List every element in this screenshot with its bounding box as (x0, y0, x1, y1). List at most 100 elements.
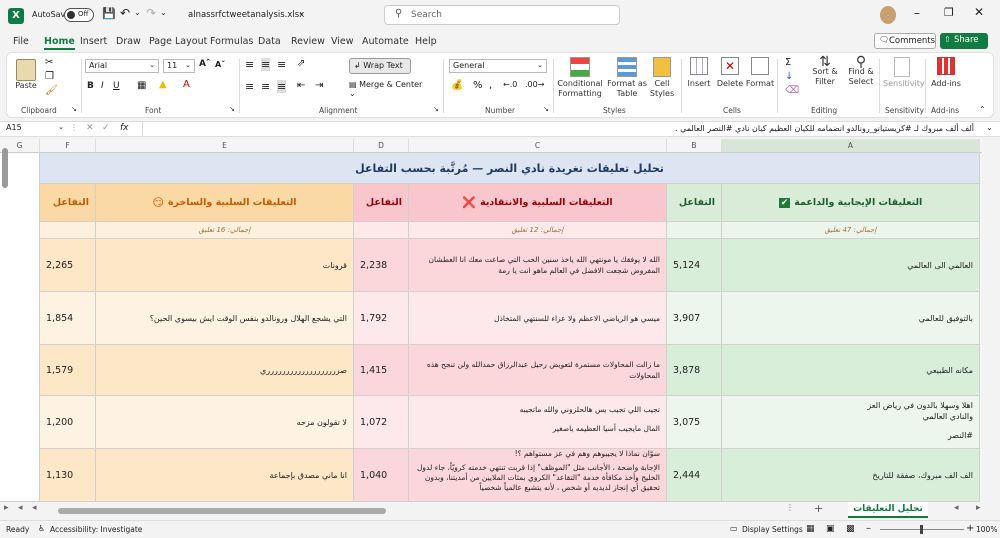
tab-page-layout[interactable]: Page Layout (149, 36, 207, 47)
font-color-icon[interactable]: A (183, 79, 190, 90)
avatar[interactable] (880, 6, 896, 24)
header-sarcastic-interaction[interactable]: التفاعل (40, 184, 96, 222)
select-all-corner[interactable] (980, 139, 982, 153)
header-sarcastic[interactable]: التعليقات السلبية والساخرة 😏 (96, 184, 354, 222)
sarcastic-comment-cell[interactable]: لا تقولون مزحه (96, 396, 354, 449)
row-header-4[interactable]: 4 (980, 239, 982, 292)
restore-icon[interactable]: ❐ (944, 6, 954, 19)
negative-interaction-cell[interactable]: 2,238 (354, 239, 409, 292)
insert-function-button[interactable]: fx (120, 123, 129, 133)
tab-home[interactable]: Home (44, 36, 75, 50)
align-bottom-icon[interactable]: ≡ (277, 58, 286, 71)
page-layout-view-icon[interactable]: ▣ (826, 524, 835, 534)
total-cell[interactable] (354, 222, 409, 239)
copy-icon[interactable]: ❐ (45, 71, 54, 82)
positive-comment-cell[interactable]: الف الف مبروك، صفقة للتاريخ (722, 449, 980, 502)
filename-dropdown-icon[interactable]: ⌄ (298, 8, 305, 17)
sensitivity-button[interactable]: Sensitivity (883, 57, 925, 89)
display-settings-button[interactable]: Display Settings (742, 525, 803, 534)
add-sheet-icon[interactable]: + (814, 502, 823, 515)
sheet-tab-analysis[interactable]: تحليل التعليقات (848, 502, 928, 518)
normal-view-icon[interactable]: ▦ (806, 524, 815, 534)
negative-interaction-cell[interactable]: 1,415 (354, 345, 409, 396)
negative-comment-cell[interactable]: سوّان نماذا لا يجيبوهم وهم في عز مستواهم… (409, 449, 667, 502)
positive-comment-cell[interactable]: بالتوفيق للعالمي (722, 292, 980, 345)
italic-icon[interactable]: I (101, 81, 104, 91)
confirm-entry-icon[interactable]: ✓ (102, 123, 110, 133)
fill-color-icon[interactable]: ▲ (159, 79, 167, 90)
cut-icon[interactable]: ✂ (45, 57, 53, 68)
row-header-5[interactable]: 5 (980, 292, 982, 345)
zoom-in-icon[interactable]: + (966, 523, 974, 534)
format-cells-button[interactable]: Format (745, 57, 775, 89)
row-header-8[interactable]: 8 (980, 449, 982, 502)
expand-formula-icon[interactable]: ⌄ (986, 123, 993, 132)
percent-icon[interactable]: % (473, 80, 483, 91)
alignment-launcher-icon[interactable]: ↘ (433, 105, 439, 113)
header-positive[interactable]: التعليقات الإيجابية والداعمة ✔ (722, 184, 980, 222)
increase-font-icon[interactable]: Aˆ (199, 59, 210, 69)
format-as-table-button[interactable]: Format as Table (607, 57, 647, 99)
total-cell[interactable] (40, 222, 96, 239)
positive-interaction-cell[interactable]: 3,075 (667, 396, 722, 449)
align-middle-icon[interactable]: ≡ (261, 58, 271, 71)
scroll-right-icon[interactable]: ▸ (4, 503, 9, 513)
zoom-level[interactable]: 100% (976, 525, 997, 534)
page-break-view-icon[interactable]: ▩ (846, 524, 855, 534)
column-header-a[interactable]: A (722, 139, 980, 153)
tab-help[interactable]: Help (415, 36, 437, 47)
sort-filter-button[interactable]: ⇅ Sort & Filter (807, 55, 843, 87)
qat-more-icon[interactable]: ⌄ (160, 8, 167, 17)
insert-cells-button[interactable]: Insert (685, 57, 713, 89)
sarcastic-comment-cell[interactable]: انا ماني مصدق بإجماعة (96, 449, 354, 502)
negative-comment-cell[interactable]: تجيب اللي تجيب بس هالحلزوني والله ماتجيب… (409, 396, 667, 449)
font-size-select[interactable]: 11 ⌄ (163, 59, 195, 73)
tab-review[interactable]: Review (291, 36, 325, 47)
sarcastic-interaction-cell[interactable]: 2,265 (40, 239, 96, 292)
column-header-f[interactable]: F (40, 139, 96, 153)
decrease-indent-icon[interactable]: ⇤ (297, 80, 305, 91)
comma-icon[interactable]: , (489, 80, 492, 91)
sarcastic-interaction-cell[interactable]: 1,200 (40, 396, 96, 449)
zoom-slider[interactable] (880, 525, 964, 534)
vertical-scrollbar[interactable] (2, 148, 8, 188)
scroll-start-icon[interactable]: ◂ (32, 503, 37, 513)
borders-icon[interactable]: ▦ (137, 80, 146, 91)
negative-comment-cell[interactable]: ما زالت المحاولات مستمرة لتعويض رحيل عبد… (409, 345, 667, 396)
search-box[interactable]: ⚲ Search (384, 5, 620, 25)
sheet-options-icon[interactable]: ⋮ (786, 503, 794, 512)
tab-automate[interactable]: Automate (362, 36, 409, 47)
positive-comment-cell[interactable]: مكانه الطبيعي (722, 345, 980, 396)
sarcastic-comment-cell[interactable]: التي يشجع الهلال ورونالدو بنفس الوقت ايش… (96, 292, 354, 345)
sarcastic-comment-cell[interactable]: صررررررررررررررررررري (96, 345, 354, 396)
sarcastic-comment-cell[interactable]: قرونات (96, 239, 354, 292)
paste-button[interactable]: Paste (13, 59, 39, 91)
font-launcher-icon[interactable]: ↘ (229, 105, 235, 113)
column-header-d[interactable]: D (354, 139, 409, 153)
header-negative-interaction[interactable]: التفاعل (354, 184, 409, 222)
negative-interaction-cell[interactable]: 1,792 (354, 292, 409, 345)
tab-view[interactable]: View (331, 36, 354, 47)
positive-comment-cell[interactable]: العالمي الى العالمي (722, 239, 980, 292)
next-sheet-icon[interactable]: ▸ (976, 503, 981, 513)
number-launcher-icon[interactable]: ↘ (543, 105, 549, 113)
row-header-6[interactable]: 6 (980, 345, 982, 396)
align-left-icon[interactable]: ≡ (245, 80, 254, 93)
accounting-icon[interactable]: 💰 (451, 80, 463, 91)
sheet-title[interactable]: تحليل تعليقات تغريدة نادي النصر — مُرتَّ… (40, 153, 980, 184)
header-negative[interactable]: التعليقات السلبية والانتقادية ❌ (409, 184, 667, 222)
underline-icon[interactable]: U (113, 81, 120, 91)
accessibility-status[interactable]: Accessibility: Investigate (50, 525, 142, 534)
tab-draw[interactable]: Draw (116, 36, 141, 47)
collapse-ribbon-icon[interactable]: ⌃ (979, 105, 986, 114)
delete-cells-button[interactable]: ✕ Delete (715, 57, 745, 89)
total-negative[interactable]: إجمالي: 12 تعليق (409, 222, 667, 239)
horizontal-scrollbar[interactable] (58, 508, 386, 514)
total-cell[interactable] (667, 222, 722, 239)
name-box[interactable]: A15 ⌄ (4, 123, 64, 135)
tab-formulas[interactable]: Formulas (210, 36, 253, 47)
column-header-b[interactable]: B (667, 139, 722, 153)
negative-comment-cell[interactable]: ميسي هو الرياضي الاعظم ولا عزاء للسنتهي … (409, 292, 667, 345)
total-sarcastic[interactable]: إجمالي: 16 تعليق (96, 222, 354, 239)
undo-icon[interactable]: ↶ (120, 6, 130, 20)
